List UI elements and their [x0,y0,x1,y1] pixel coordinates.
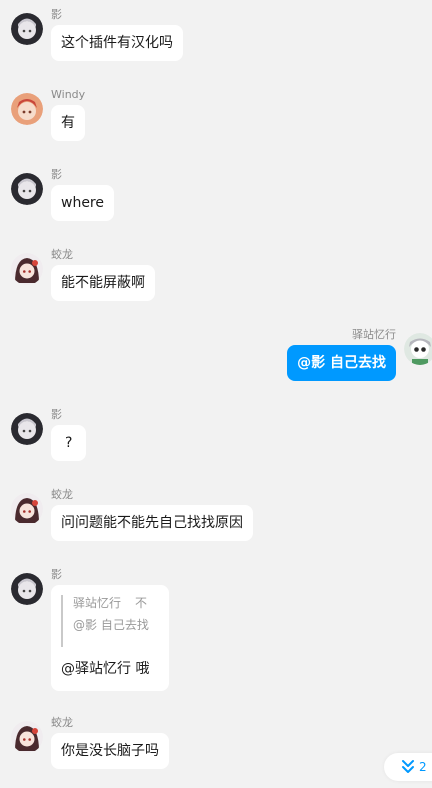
sender-name: 影 [51,408,62,421]
quote-text: @影 自己去找 [73,618,149,632]
sender-name: 影 [51,8,62,21]
message-bubble[interactable]: 有 [51,105,85,141]
message-bubble[interactable]: 问问题能不能先自己找找原因 [51,505,253,541]
double-chevron-down-icon [402,760,414,773]
avatar[interactable] [11,493,43,525]
quote-suffix: 不 [135,596,148,610]
avatar[interactable] [11,721,43,753]
avatar[interactable] [404,333,432,365]
message-bubble[interactable]: 能不能屏蔽啊 [51,265,155,301]
sender-name: 蛟龙 [51,716,73,729]
avatar[interactable] [11,13,43,45]
sender-name: Windy [51,88,86,101]
new-message-count: 2 [419,760,427,774]
reply-text: @驿站忆行 哦 [61,661,150,677]
quote-author: 驿站忆行 [73,596,122,610]
message-bubble[interactable]: 你是没长脑子吗 [51,733,169,769]
sender-name: 蛟龙 [51,248,73,261]
quoted-message[interactable]: 驿站忆行不 @影 自己去找 [61,595,157,647]
sender-name: 影 [51,168,62,181]
reply-message-bubble[interactable]: 驿站忆行不 @影 自己去找 @驿站忆行 哦 [51,585,169,691]
avatar[interactable] [11,253,43,285]
avatar[interactable] [11,573,43,605]
sender-name: 驿站忆行 [352,328,396,341]
quote-header: 驿站忆行不 [73,595,157,611]
message-bubble[interactable]: ? [51,425,87,461]
avatar[interactable] [11,93,43,125]
sender-name: 蛟龙 [51,488,73,501]
avatar[interactable] [11,413,43,445]
message-bubble[interactable]: 这个插件有汉化吗 [51,25,183,61]
message-bubble[interactable]: where [51,185,114,221]
chat-message-list[interactable]: 影 这个插件有汉化吗 Windy 有 影 where 蛟龙 能不能屏蔽啊 驿站忆… [0,0,432,788]
message-bubble[interactable]: @影 自己去找 [287,345,396,381]
sender-name: 影 [51,568,62,581]
avatar[interactable] [11,173,43,205]
scroll-to-bottom-button[interactable]: 2 [384,753,432,781]
